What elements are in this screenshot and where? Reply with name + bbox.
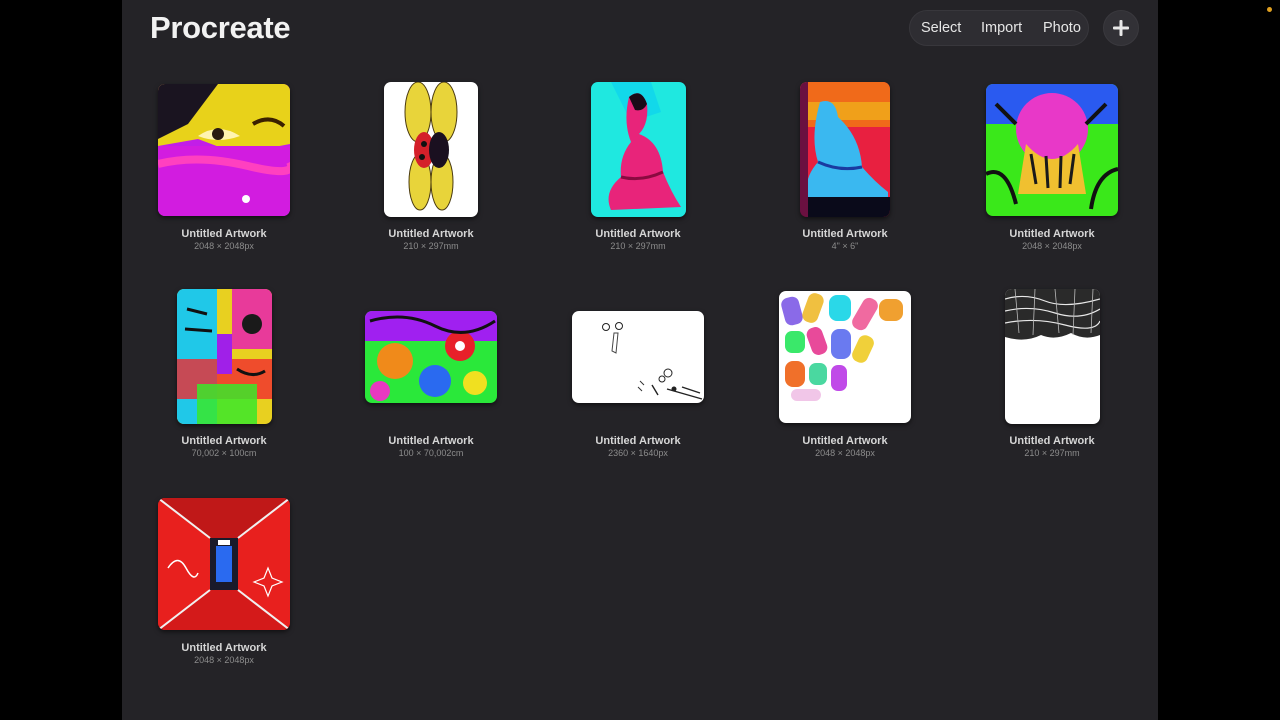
artwork-thumbnail[interactable] [384,82,478,217]
artwork-dimensions: 2048 × 2048px [815,448,875,458]
photo-button[interactable]: Photo [1043,11,1081,45]
artwork-thumbnail[interactable] [158,498,290,630]
select-button[interactable]: Select [921,11,961,45]
artwork-card[interactable]: Untitled Artwork 2360 × 1640px [558,289,718,479]
status-indicator-dot [1267,7,1272,12]
artwork-title: Untitled Artwork [1009,228,1095,240]
artwork-thumbnail[interactable] [572,311,704,403]
artwork-title: Untitled Artwork [1009,435,1095,447]
artwork-thumbnail[interactable] [365,311,497,403]
artwork-dimensions: 210 × 297mm [1024,448,1080,458]
artwork-title: Untitled Artwork [802,228,888,240]
artwork-card[interactable]: Untitled Artwork 210 × 297mm [351,82,511,272]
new-canvas-button[interactable] [1103,10,1139,46]
page-title: Procreate [150,10,291,45]
artwork-dimensions: 2048 × 2048px [1022,241,1082,251]
artwork-dimensions: 210 × 297mm [403,241,459,251]
artwork-thumbnail[interactable] [779,291,911,423]
artwork-card[interactable]: Untitled Artwork 4" × 6" [765,82,925,272]
artwork-card[interactable]: Untitled Artwork 2048 × 2048px [144,496,304,686]
artwork-dimensions: 100 × 70,002cm [398,448,464,458]
artwork-card[interactable]: Untitled Artwork 70,002 × 100cm [144,289,304,479]
artwork-card[interactable]: Untitled Artwork 2048 × 2048px [144,82,304,272]
artwork-title: Untitled Artwork [388,435,474,447]
artwork-thumbnail[interactable] [1005,289,1100,424]
artwork-dimensions: 2360 × 1640px [608,448,668,458]
gallery-screen: Procreate Select Import Photo Untitled A… [122,0,1272,720]
artwork-card[interactable]: Untitled Artwork 210 × 297mm [972,289,1132,479]
artwork-dimensions: 4" × 6" [831,241,859,251]
plus-icon [1113,20,1129,36]
artwork-title: Untitled Artwork [181,642,267,654]
artwork-thumbnail[interactable] [800,82,890,217]
artwork-dimensions: 2048 × 2048px [194,241,254,251]
import-button[interactable]: Import [981,11,1022,45]
artwork-dimensions: 2048 × 2048px [194,655,254,665]
artwork-card[interactable]: Untitled Artwork 2048 × 2048px [972,82,1132,272]
artwork-title: Untitled Artwork [181,228,267,240]
artwork-title: Untitled Artwork [388,228,474,240]
artwork-dimensions: 70,002 × 100cm [191,448,257,458]
artwork-thumbnail[interactable] [177,289,272,424]
artwork-title: Untitled Artwork [181,435,267,447]
artwork-dimensions: 210 × 297mm [610,241,666,251]
artwork-title: Untitled Artwork [595,228,681,240]
artwork-title: Untitled Artwork [595,435,681,447]
artwork-card[interactable]: Untitled Artwork 210 × 297mm [558,82,718,272]
artwork-thumbnail[interactable] [986,84,1118,216]
artwork-thumbnail[interactable] [591,82,686,217]
gallery-toolbar: Select Import Photo [909,10,1089,46]
artwork-card[interactable]: Untitled Artwork 100 × 70,002cm [351,289,511,479]
artwork-card[interactable]: Untitled Artwork 2048 × 2048px [765,289,925,479]
artwork-thumbnail[interactable] [158,84,290,216]
artwork-title: Untitled Artwork [802,435,888,447]
